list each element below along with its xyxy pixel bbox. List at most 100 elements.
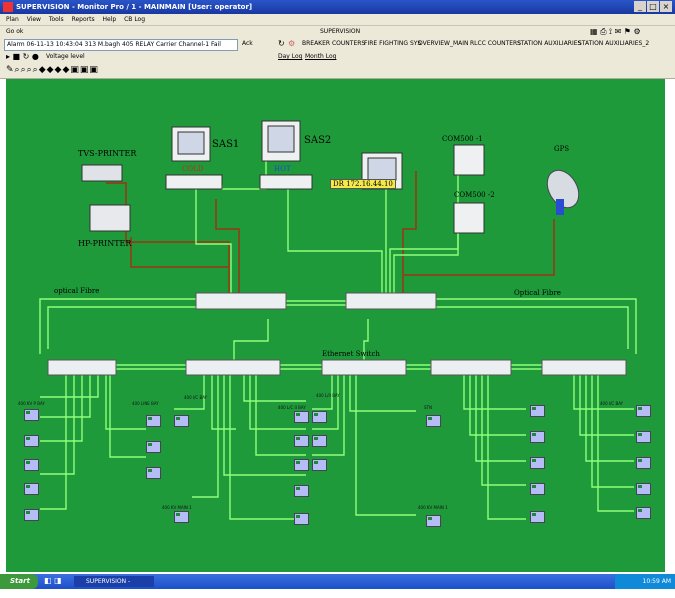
com500-2-monitor[interactable] xyxy=(453,202,485,234)
drawing-tools-icons[interactable]: ✎⌕⌕⌕⌕◆◆◆◆▣▣▣ xyxy=(6,65,99,75)
menu-tools[interactable]: Tools xyxy=(49,16,64,23)
ied-relay[interactable] xyxy=(146,467,161,479)
switch-bay-2[interactable] xyxy=(185,359,281,376)
voltage-level-dropdown[interactable]: Voltage level xyxy=(46,53,85,60)
quicklaunch-icons[interactable]: ◧ ◨ xyxy=(44,576,62,585)
gps-mount-icon xyxy=(556,199,564,215)
ied-relay[interactable] xyxy=(24,459,39,471)
nav-arrows-icon[interactable]: ▸ ■ ↻ ● xyxy=(6,52,39,61)
dr-screen xyxy=(367,157,397,181)
menu-help[interactable]: Help xyxy=(103,16,117,23)
ethernet-switch-label: Ethernet Switch xyxy=(322,350,380,358)
minimize-button[interactable]: _ xyxy=(634,1,646,12)
nav-rlcc-counters[interactable]: RLCC COUNTERS xyxy=(470,40,521,47)
sas2-label: SAS2 xyxy=(304,135,332,146)
ied-relay[interactable] xyxy=(530,405,545,417)
sas1-server[interactable] xyxy=(165,174,223,190)
ied-relay[interactable] xyxy=(426,515,441,527)
sas1-screen xyxy=(177,131,205,155)
ied-relay[interactable] xyxy=(294,411,309,423)
nav-fire-fighting[interactable]: FIRE FIGHTING SYS xyxy=(364,40,421,47)
ied-relay[interactable] xyxy=(294,435,309,447)
gear-icon[interactable]: ⚙ xyxy=(288,39,295,48)
tvs-printer-icon[interactable] xyxy=(81,164,123,182)
toolbar-tools: ✎⌕⌕⌕⌕◆◆◆◆▣▣▣ xyxy=(0,64,675,79)
bay-label-6: STN xyxy=(424,405,432,410)
menu-view[interactable]: View xyxy=(27,16,41,23)
go-button[interactable]: Go ok xyxy=(6,28,23,35)
close-button[interactable]: × xyxy=(660,1,672,12)
main-label-2: 400 KV MAIN 1 xyxy=(418,505,448,510)
maximize-button[interactable]: □ xyxy=(647,1,659,12)
sas2-state: HOT xyxy=(274,165,291,173)
ied-relay[interactable] xyxy=(24,483,39,495)
main-label-1: 400 KV MAIN 1 xyxy=(162,505,192,510)
switch-bay-1[interactable] xyxy=(47,359,117,376)
ied-relay[interactable] xyxy=(174,415,189,427)
dr-ip-label: DR 172.16.44.10 xyxy=(330,179,396,189)
sas1-state: COLD xyxy=(182,165,204,173)
ied-relay[interactable] xyxy=(636,431,651,443)
ied-relay[interactable] xyxy=(24,435,39,447)
gps-label: GPS xyxy=(554,145,570,153)
ied-relay[interactable] xyxy=(312,411,327,423)
ied-relay[interactable] xyxy=(530,483,545,495)
bay-label-4: 400 L/C II BAY xyxy=(278,405,306,410)
menu-bar: Plan View Tools Reports Help CB Log xyxy=(0,14,675,25)
bay-label-2: 400 LINE BAY xyxy=(132,401,159,406)
month-log-link[interactable]: Month Log xyxy=(305,53,336,60)
menu-reports[interactable]: Reports xyxy=(72,16,95,23)
alarm-field[interactable]: Alarm 06-11-13 10:43:04 313 M.bagh 405 R… xyxy=(4,39,238,51)
sas2-server[interactable] xyxy=(259,174,313,190)
ied-relay[interactable] xyxy=(636,483,651,495)
menu-plan[interactable]: Plan xyxy=(6,16,19,23)
ied-relay[interactable] xyxy=(636,507,651,519)
ied-relay[interactable] xyxy=(294,485,309,497)
ied-relay[interactable] xyxy=(312,435,327,447)
ied-relay[interactable] xyxy=(636,405,651,417)
optical-fibre-left-label: optical Fibre xyxy=(54,287,100,295)
tray-icons[interactable]: ▦ ⎙ ⟟ ✉ ⚑ ⚙ xyxy=(590,27,641,37)
ied-relay[interactable] xyxy=(294,513,309,525)
switch-bay-4[interactable] xyxy=(430,359,512,376)
switch-top-left[interactable] xyxy=(195,292,287,310)
ied-relay[interactable] xyxy=(294,459,309,471)
taskbar: Start ◧ ◨ SUPERVISION - Monit... 10:59 A… xyxy=(0,574,675,596)
system-tray: 10:59 AM xyxy=(615,574,675,589)
window-title: SUPERVISION - Monitor Pro / 1 - MAINMAIN… xyxy=(16,3,253,11)
ied-relay[interactable] xyxy=(146,415,161,427)
hp-printer-icon[interactable] xyxy=(89,204,131,232)
nav-breaker-counters[interactable]: BREAKER COUNTERS xyxy=(302,40,365,47)
nav-station-aux-2[interactable]: STATION AUXILIARIES_2 xyxy=(578,40,649,47)
com500-2-label: COM500 -2 xyxy=(454,191,495,199)
nav-station-aux[interactable]: STATION AUXILIARIES xyxy=(517,40,581,47)
ied-relay[interactable] xyxy=(24,409,39,421)
ied-relay[interactable] xyxy=(174,511,189,523)
com500-1-monitor[interactable] xyxy=(453,144,485,176)
com500-1-label: COM500 -1 xyxy=(442,135,483,143)
start-button[interactable]: Start xyxy=(0,574,38,589)
tray-clock[interactable]: 10:59 AM xyxy=(643,578,671,585)
ied-relay[interactable] xyxy=(530,511,545,523)
ied-relay[interactable] xyxy=(146,441,161,453)
ied-relay[interactable] xyxy=(636,457,651,469)
ied-relay[interactable] xyxy=(24,509,39,521)
ied-relay[interactable] xyxy=(426,415,441,427)
taskbar-app-button[interactable]: SUPERVISION - Monit... xyxy=(74,576,154,596)
refresh-icon[interactable]: ↻ xyxy=(278,39,285,48)
day-log-link[interactable]: Day Log xyxy=(278,53,302,60)
toolbar-go: Go ok SUPERVISION ▦ ⎙ ⟟ ✉ ⚑ ⚙ xyxy=(0,25,675,39)
center-title: SUPERVISION xyxy=(320,28,361,35)
switch-top-right[interactable] xyxy=(345,292,437,310)
nav-overview-main[interactable]: OVERVIEW_MAIN xyxy=(418,40,469,47)
ied-relay[interactable] xyxy=(312,459,327,471)
window-controls: _ □ × xyxy=(633,1,672,12)
switch-bay-3[interactable] xyxy=(321,359,407,376)
hp-printer-label: HP-PRINTER xyxy=(78,239,132,248)
switch-bay-5[interactable] xyxy=(541,359,627,376)
ied-relay[interactable] xyxy=(530,431,545,443)
ied-relay[interactable] xyxy=(530,457,545,469)
workstations xyxy=(81,120,580,234)
alarm-ack-button[interactable]: Ack xyxy=(242,40,253,47)
menu-cblog[interactable]: CB Log xyxy=(124,16,145,23)
